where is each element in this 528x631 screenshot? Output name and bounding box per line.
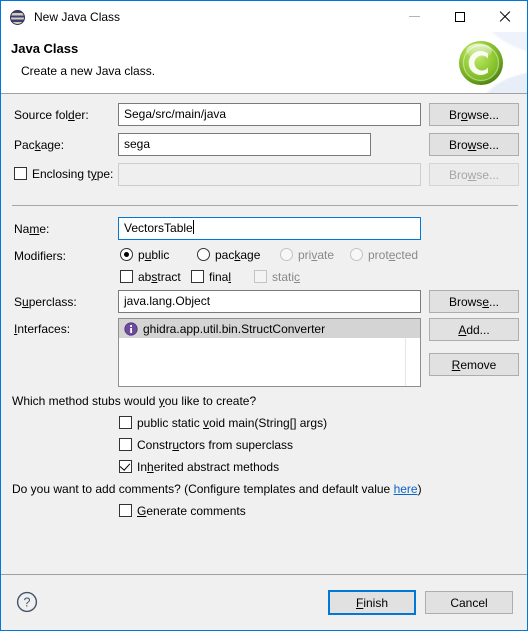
interfaces-remove-button[interactable]: Remove bbox=[429, 353, 519, 376]
comments-question: Do you want to add comments? (Configure … bbox=[12, 482, 422, 496]
package-input[interactable]: sega bbox=[118, 133, 371, 156]
stub-label-constructors: Constructors from superclass bbox=[137, 438, 294, 452]
source-folder-label: Source folder: bbox=[14, 108, 89, 122]
stub-label-inherited-abstract: Inherited abstract methods bbox=[137, 460, 280, 474]
stub-checkbox-inherited-abstract[interactable] bbox=[119, 460, 132, 473]
modifier-label-protected: protected bbox=[368, 248, 419, 262]
modifier-radio-public[interactable] bbox=[120, 248, 133, 261]
modifiers-label: Modifiers: bbox=[14, 249, 67, 263]
modifier-label-public: public bbox=[138, 248, 170, 262]
enclosing-type-label: Enclosing type: bbox=[32, 167, 114, 181]
stub-checkbox-constructors[interactable] bbox=[119, 438, 132, 451]
maximize-button[interactable] bbox=[437, 1, 482, 32]
close-icon bbox=[498, 10, 511, 23]
modifier-label-package: package bbox=[215, 248, 261, 262]
list-item[interactable]: ghidra.app.util.bin.StructConverter bbox=[119, 319, 420, 338]
stub-label-main-method: public static void main(String[] args) bbox=[137, 416, 328, 430]
stub-checkbox-main-method[interactable] bbox=[119, 416, 132, 429]
modifier-checkbox-abstract[interactable] bbox=[120, 270, 133, 283]
close-button[interactable] bbox=[482, 1, 527, 32]
package-browse-button[interactable]: Browse... bbox=[429, 133, 519, 156]
superclass-label: Superclass: bbox=[14, 295, 77, 309]
help-icon[interactable]: ? bbox=[16, 591, 38, 613]
window-title: New Java Class bbox=[34, 9, 121, 24]
enclosing-type-browse-button: Browse... bbox=[429, 163, 519, 186]
wizard-banner: Java Class Create a new Java class. bbox=[1, 32, 527, 94]
name-label: Name: bbox=[14, 222, 50, 236]
source-folder-input[interactable]: Sega/src/main/java bbox=[118, 103, 421, 126]
interfaces-list[interactable]: ghidra.app.util.bin.StructConverter bbox=[118, 318, 421, 387]
modifier-radio-private bbox=[280, 248, 293, 261]
finish-button[interactable]: Finish bbox=[328, 590, 416, 615]
java-class-icon bbox=[10, 9, 26, 25]
minimize-button[interactable] bbox=[392, 1, 437, 32]
svg-text:?: ? bbox=[24, 596, 31, 610]
generate-comments-checkbox[interactable] bbox=[119, 504, 132, 517]
configure-templates-link[interactable]: here bbox=[394, 482, 418, 496]
enclosing-type-input bbox=[118, 163, 421, 186]
superclass-input[interactable]: java.lang.Object bbox=[118, 290, 421, 313]
interface-icon bbox=[124, 321, 138, 336]
modifier-label-private: private bbox=[298, 248, 335, 262]
superclass-browse-button[interactable]: Browse... bbox=[429, 290, 519, 313]
eclipse-new-class-logo bbox=[459, 41, 503, 85]
title-bar: New Java Class bbox=[1, 1, 527, 32]
generate-comments-label: Generate comments bbox=[137, 504, 246, 518]
page-subtitle: Create a new Java class. bbox=[21, 64, 156, 78]
dialog-body: Source folder: Sega/src/main/java Browse… bbox=[1, 94, 527, 574]
modifier-label-final: final bbox=[209, 270, 232, 284]
modifier-checkbox-final[interactable] bbox=[191, 270, 204, 283]
modifier-label-abstract: abstract bbox=[138, 270, 181, 284]
modifier-radio-protected bbox=[350, 248, 363, 261]
method-stubs-question: Which method stubs would you like to cre… bbox=[12, 394, 257, 408]
source-folder-browse-button[interactable]: Browse... bbox=[429, 103, 519, 126]
separator-top bbox=[12, 205, 518, 206]
page-title: Java Class bbox=[11, 41, 79, 56]
minimize-icon bbox=[409, 16, 420, 17]
modifier-label-static: static bbox=[272, 270, 301, 284]
interfaces-add-button[interactable]: Add... bbox=[429, 318, 519, 341]
new-java-class-dialog: New Java Class Java Class Create a new J… bbox=[0, 0, 528, 631]
maximize-icon bbox=[454, 11, 465, 22]
list-item-label: ghidra.app.util.bin.StructConverter bbox=[143, 321, 326, 336]
package-label: Package: bbox=[14, 138, 65, 152]
modifier-checkbox-static bbox=[254, 270, 267, 283]
window-controls bbox=[392, 1, 527, 32]
enclosing-type-checkbox[interactable] bbox=[14, 167, 27, 180]
cancel-button[interactable]: Cancel bbox=[425, 591, 513, 614]
dialog-footer: ? Finish Cancel bbox=[1, 574, 527, 630]
interfaces-label: Interfaces: bbox=[14, 322, 71, 336]
text-caret bbox=[192, 220, 194, 234]
name-input[interactable]: VectorsTable bbox=[118, 217, 421, 240]
modifier-radio-package[interactable] bbox=[197, 248, 210, 261]
